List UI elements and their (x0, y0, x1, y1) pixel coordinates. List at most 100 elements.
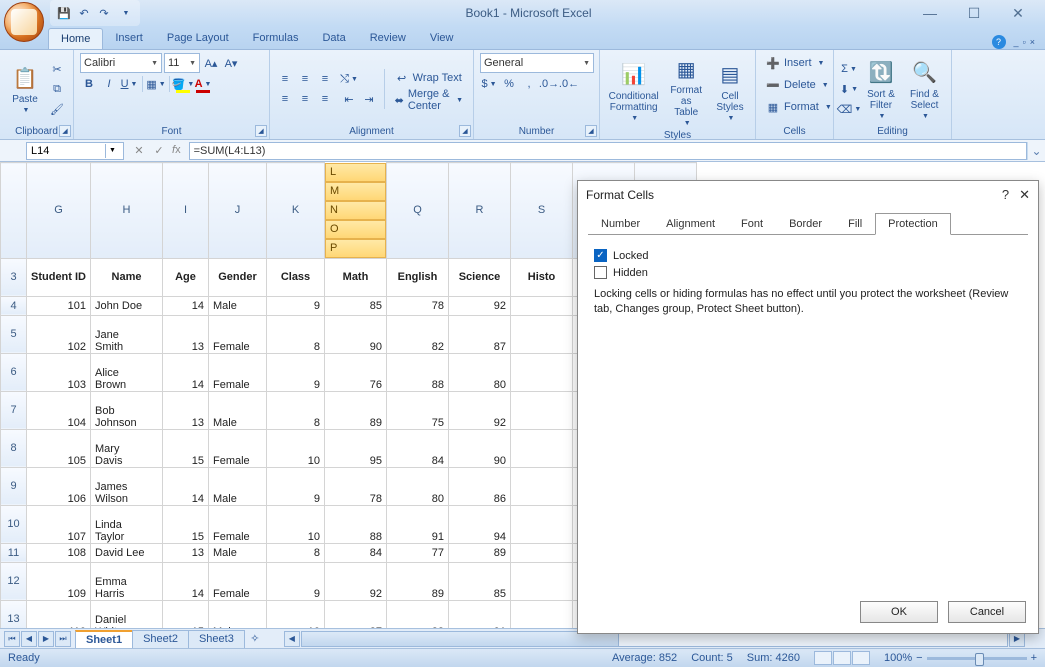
tab-page-layout[interactable]: Page Layout (155, 28, 241, 49)
cell[interactable]: 92 (449, 391, 511, 429)
align-bottom-icon[interactable]: ≡ (316, 70, 334, 88)
cell[interactable]: 105 (27, 429, 91, 467)
header-cell[interactable]: Student ID (27, 258, 91, 296)
zoom-control[interactable]: 100% − + (884, 652, 1037, 664)
cell[interactable]: 13 (163, 315, 209, 353)
cell[interactable] (511, 505, 573, 543)
tab-view[interactable]: View (418, 28, 466, 49)
wrap-text-button[interactable]: ↩Wrap Text (391, 68, 467, 88)
help-icon[interactable]: ? (992, 35, 1006, 49)
cell[interactable]: 76 (325, 353, 387, 391)
border-button[interactable]: ▦▼ (147, 75, 165, 93)
font-dialog-launcher[interactable]: ◢ (255, 125, 267, 137)
cell[interactable]: John Doe (91, 296, 163, 315)
name-box[interactable]: L14▼ (26, 142, 124, 160)
align-right-icon[interactable]: ≡ (316, 90, 334, 108)
view-page-break-icon[interactable] (852, 651, 870, 665)
cell[interactable] (511, 543, 573, 562)
locked-checkbox-row[interactable]: Locked (594, 249, 1022, 262)
underline-button[interactable]: U▼ (120, 75, 138, 93)
row-header-10[interactable]: 10 (1, 505, 27, 543)
cell[interactable]: 14 (163, 467, 209, 505)
dialog-tab-number[interactable]: Number (588, 213, 653, 235)
percent-format-icon[interactable]: % (500, 75, 518, 93)
zoom-slider[interactable] (927, 657, 1027, 660)
column-header-L[interactable]: L (325, 163, 386, 182)
cell[interactable] (511, 296, 573, 315)
row-header-9[interactable]: 9 (1, 467, 27, 505)
column-header-S[interactable]: S (511, 163, 573, 259)
row-header-6[interactable]: 6 (1, 353, 27, 391)
view-normal-icon[interactable] (814, 651, 832, 665)
cell[interactable]: 9 (267, 296, 325, 315)
shrink-font-icon[interactable]: A▾ (222, 54, 240, 72)
cell[interactable] (511, 467, 573, 505)
cell[interactable]: Male (209, 391, 267, 429)
cell[interactable]: 90 (325, 315, 387, 353)
column-header-G[interactable]: G (27, 163, 91, 259)
row-header-4[interactable]: 4 (1, 296, 27, 315)
cell[interactable]: AliceBrown (91, 353, 163, 391)
sort-filter-button[interactable]: 🔃Sort & Filter▼ (862, 57, 900, 122)
cancel-formula-icon[interactable]: ✕ (132, 144, 146, 157)
cell[interactable]: 14 (163, 296, 209, 315)
office-button[interactable] (4, 2, 44, 42)
dialog-tab-border[interactable]: Border (776, 213, 835, 235)
app-close-icon[interactable]: × (1030, 35, 1035, 49)
cell[interactable]: 88 (325, 505, 387, 543)
cell[interactable]: JamesWilson (91, 467, 163, 505)
sheet-tab-sheet1[interactable]: Sheet1 (75, 630, 133, 648)
grow-font-icon[interactable]: A▴ (202, 54, 220, 72)
cell[interactable]: 91 (387, 505, 449, 543)
row-header-5[interactable]: 5 (1, 315, 27, 353)
sheet-tab-sheet3[interactable]: Sheet3 (188, 630, 245, 648)
header-cell[interactable]: Name (91, 258, 163, 296)
row-header-3[interactable]: 3 (1, 258, 27, 296)
cell[interactable]: 106 (27, 467, 91, 505)
cell[interactable]: 80 (449, 353, 511, 391)
column-header-P[interactable]: P (325, 239, 386, 258)
cell[interactable]: BobJohnson (91, 391, 163, 429)
cell[interactable]: Male (209, 467, 267, 505)
cell[interactable]: 82 (387, 315, 449, 353)
header-cell[interactable]: Gender (209, 258, 267, 296)
hidden-checkbox-row[interactable]: Hidden (594, 266, 1022, 279)
dialog-tab-alignment[interactable]: Alignment (653, 213, 728, 235)
copy-icon[interactable]: ⧉ (48, 80, 66, 98)
cell[interactable]: 84 (325, 543, 387, 562)
sheet-tab-sheet2[interactable]: Sheet2 (132, 630, 189, 648)
cell[interactable]: 8 (267, 315, 325, 353)
dialog-tab-fill[interactable]: Fill (835, 213, 875, 235)
cell[interactable]: 85 (325, 296, 387, 315)
cell[interactable]: 8 (267, 391, 325, 429)
cell[interactable]: 109 (27, 562, 91, 600)
cell[interactable]: Female (209, 353, 267, 391)
cell[interactable]: 87 (449, 315, 511, 353)
new-sheet-icon[interactable]: ✧ (246, 630, 264, 648)
app-restore-icon[interactable]: ▫ (1023, 35, 1026, 49)
cell[interactable] (511, 391, 573, 429)
dialog-close-icon[interactable]: ✕ (1019, 187, 1030, 203)
cell[interactable]: 9 (267, 467, 325, 505)
fill-icon[interactable]: ⬇▼ (840, 80, 858, 98)
column-header-J[interactable]: J (209, 163, 267, 259)
row-header-7[interactable]: 7 (1, 391, 27, 429)
cell[interactable]: 13 (163, 543, 209, 562)
format-cells-button[interactable]: ▦Format▼ (762, 97, 836, 117)
header-cell[interactable]: Science (449, 258, 511, 296)
cell[interactable]: 78 (325, 467, 387, 505)
qat-customize-icon[interactable]: ▼ (118, 5, 134, 21)
sheet-nav-last-icon[interactable]: ⏭ (55, 631, 71, 647)
dialog-tab-font[interactable]: Font (728, 213, 776, 235)
header-cell[interactable]: Age (163, 258, 209, 296)
dialog-help-icon[interactable]: ? (1002, 187, 1009, 203)
format-as-table-button[interactable]: ▦Format as Table▼ (665, 53, 707, 129)
italic-button[interactable]: I (100, 75, 118, 93)
tab-review[interactable]: Review (358, 28, 418, 49)
app-minimize-icon[interactable]: _ (1014, 35, 1019, 49)
locked-checkbox[interactable] (594, 249, 607, 262)
accounting-format-icon[interactable]: $▼ (480, 75, 498, 93)
scroll-left-icon[interactable]: ◀ (284, 631, 300, 647)
dialog-titlebar[interactable]: Format Cells ? ✕ (578, 181, 1038, 209)
find-select-button[interactable]: 🔍Find & Select▼ (904, 57, 945, 122)
